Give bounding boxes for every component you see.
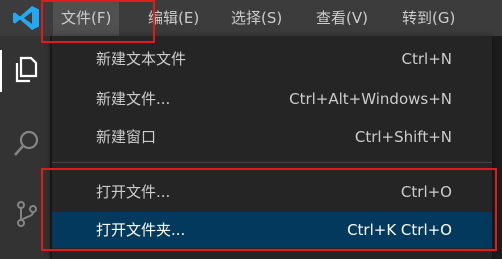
menu-selection[interactable]: 选择(S) [223, 0, 290, 36]
vscode-logo-icon[interactable] [12, 5, 40, 31]
menu-item-label: 新建文本文件 [96, 50, 187, 68]
menu-go[interactable]: 转到(G) [394, 0, 463, 36]
menu-item-label: 新建窗口 [96, 128, 157, 146]
menu-item-new-file[interactable]: 新建文件... Ctrl+Alt+Windows+N [52, 81, 492, 117]
menu-item-label: 新建文件... [96, 90, 171, 108]
annotation-box-open-items [41, 168, 497, 251]
menu-item-shortcut: Ctrl+Alt+Windows+N [289, 90, 452, 108]
active-indicator [0, 50, 2, 92]
annotation-box-file-menu [41, 0, 155, 43]
menu-item-shortcut: Ctrl+Shift+N [354, 128, 452, 146]
menu-item-new-text-file[interactable]: 新建文本文件 Ctrl+N [52, 41, 492, 77]
search-icon[interactable] [12, 128, 42, 158]
menu-separator [52, 162, 492, 163]
source-control-icon[interactable] [12, 199, 42, 229]
menu-view[interactable]: 查看(V) [308, 0, 376, 36]
menu-item-new-window[interactable]: 新建窗口 Ctrl+Shift+N [52, 119, 492, 155]
files-icon[interactable] [12, 54, 42, 84]
menu-item-shortcut: Ctrl+N [401, 50, 452, 68]
